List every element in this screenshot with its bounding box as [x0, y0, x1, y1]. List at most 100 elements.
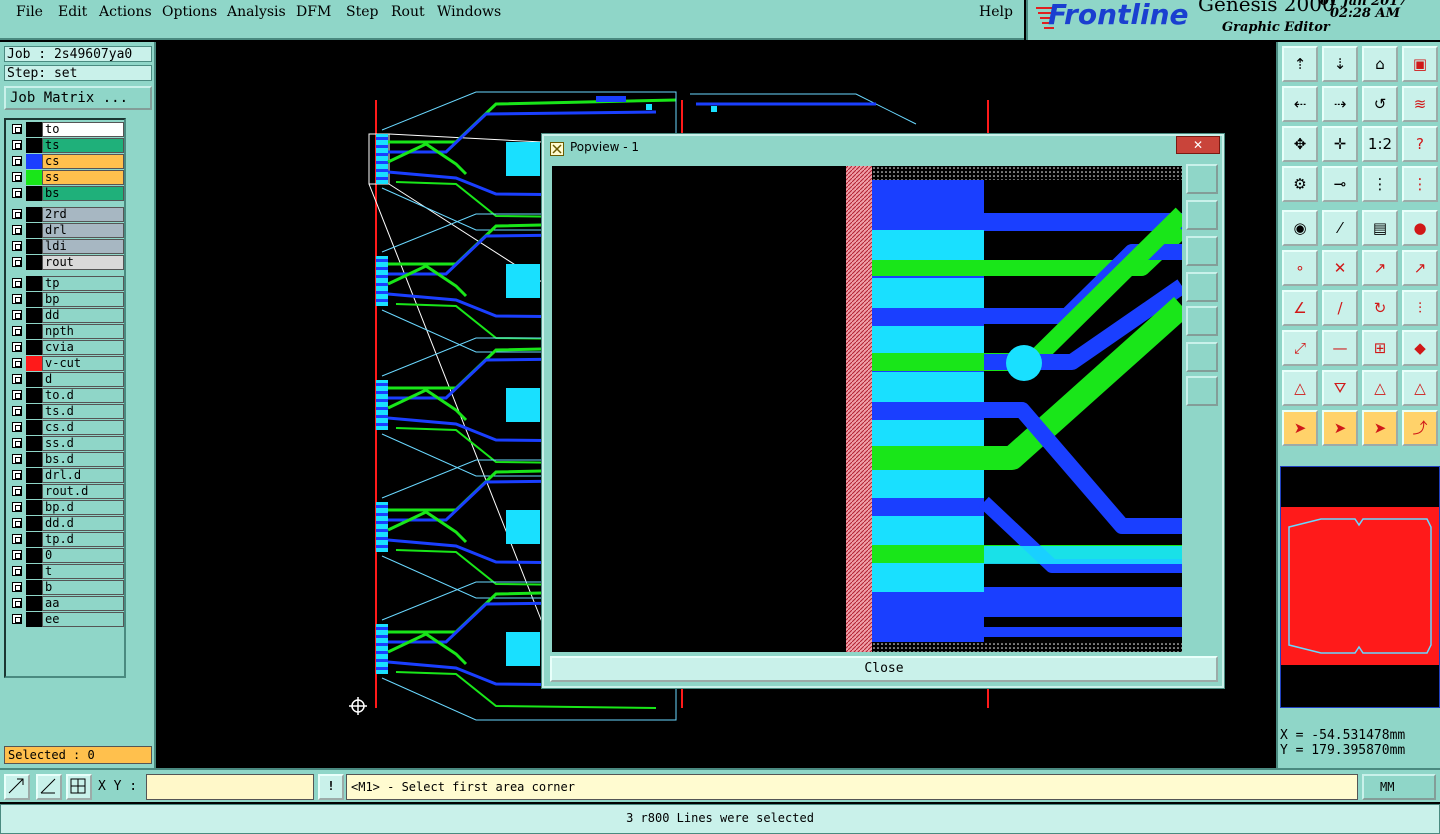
- tool-button-dimension[interactable]: ⊞: [1362, 330, 1398, 366]
- layer-color-swatch[interactable]: [26, 452, 42, 467]
- layer-name[interactable]: tp: [42, 276, 124, 291]
- layer-checkbox[interactable]: [12, 257, 22, 267]
- layer-name[interactable]: dd: [42, 308, 124, 323]
- layer-row-ts.d[interactable]: ts.d: [8, 404, 124, 419]
- prompt-icon-button[interactable]: !: [318, 774, 344, 800]
- layer-checkbox[interactable]: [12, 470, 22, 480]
- tool-button-triangle-a[interactable]: △: [1362, 370, 1398, 406]
- tool-button-scale[interactable]: 1:2: [1362, 126, 1398, 162]
- layer-name[interactable]: rout: [42, 255, 124, 270]
- layer-color-swatch[interactable]: [26, 404, 42, 419]
- layer-color-swatch[interactable]: [26, 580, 42, 595]
- layer-name[interactable]: drl: [42, 223, 124, 238]
- tool-button-cross[interactable]: ✕: [1322, 250, 1358, 286]
- layer-checkbox[interactable]: [12, 422, 22, 432]
- layer-row-bs.d[interactable]: bs.d: [8, 452, 124, 467]
- layer-name[interactable]: bs.d: [42, 452, 124, 467]
- tool-button-zoom-in[interactable]: ⇡: [1282, 46, 1318, 82]
- layer-row-d[interactable]: d: [8, 372, 124, 387]
- layer-color-swatch[interactable]: [26, 170, 42, 185]
- layer-checkbox[interactable]: [12, 241, 22, 251]
- menu-options[interactable]: Options: [162, 4, 217, 20]
- layer-row-ee[interactable]: ee: [8, 612, 124, 627]
- menu-analysis[interactable]: Analysis: [227, 4, 286, 20]
- tool-button-split[interactable]: ⫶: [1402, 290, 1438, 326]
- layer-color-swatch[interactable]: [26, 239, 42, 254]
- layer-name[interactable]: 2rd: [42, 207, 124, 222]
- popup-tool-button[interactable]: [1186, 164, 1218, 194]
- layer-color-swatch[interactable]: [26, 122, 42, 137]
- tool-button-pan-right[interactable]: ⇢: [1322, 86, 1358, 122]
- tool-button-vector-alt[interactable]: ↗: [1402, 250, 1438, 286]
- layer-checkbox[interactable]: [12, 454, 22, 464]
- layer-name[interactable]: cs.d: [42, 420, 124, 435]
- tool-button-node[interactable]: ∘: [1282, 250, 1318, 286]
- layer-color-swatch[interactable]: [26, 138, 42, 153]
- tool-button-move[interactable]: ⤢: [1282, 330, 1318, 366]
- layer-name[interactable]: bp: [42, 292, 124, 307]
- layer-checkbox[interactable]: [12, 209, 22, 219]
- menu-rout[interactable]: Rout: [391, 4, 425, 20]
- tool-button-wave[interactable]: ≋: [1402, 86, 1438, 122]
- tool-button-fit[interactable]: ✥: [1282, 126, 1318, 162]
- layer-checkbox[interactable]: [12, 278, 22, 288]
- tool-button-center[interactable]: ✛: [1322, 126, 1358, 162]
- layer-checkbox[interactable]: [12, 518, 22, 528]
- tool-button-triangle[interactable]: △: [1282, 370, 1318, 406]
- layer-checkbox[interactable]: [12, 225, 22, 235]
- layer-checkbox[interactable]: [12, 566, 22, 576]
- layer-row-b[interactable]: b: [8, 580, 124, 595]
- tool-button-window[interactable]: ▣: [1402, 46, 1438, 82]
- layer-row-bp.d[interactable]: bp.d: [8, 500, 124, 515]
- layer-row-0[interactable]: 0: [8, 548, 124, 563]
- layer-checkbox[interactable]: [12, 438, 22, 448]
- layer-color-swatch[interactable]: [26, 372, 42, 387]
- layer-color-swatch[interactable]: [26, 223, 42, 238]
- popup-tool-button[interactable]: [1186, 306, 1218, 336]
- units-select[interactable]: MM: [1362, 774, 1436, 800]
- layer-color-swatch[interactable]: [26, 292, 42, 307]
- layer-color-swatch[interactable]: [26, 340, 42, 355]
- popup-close-button[interactable]: Close: [550, 656, 1218, 682]
- layer-color-swatch[interactable]: [26, 276, 42, 291]
- layer-color-swatch[interactable]: [26, 564, 42, 579]
- tool-button-home[interactable]: ⌂: [1362, 46, 1398, 82]
- popup-zoom-view[interactable]: [552, 166, 1182, 652]
- tool-button-rotate[interactable]: ↻: [1362, 290, 1398, 326]
- layer-name[interactable]: ss.d: [42, 436, 124, 451]
- tool-button-layers-alt[interactable]: ⋮: [1402, 166, 1438, 202]
- layer-row-aa[interactable]: aa: [8, 596, 124, 611]
- layer-name[interactable]: 0: [42, 548, 124, 563]
- layer-checkbox[interactable]: [12, 614, 22, 624]
- layer-color-swatch[interactable]: [26, 596, 42, 611]
- tool-button-pad[interactable]: ●: [1402, 210, 1438, 246]
- layer-checkbox[interactable]: [12, 598, 22, 608]
- tool-button-probe[interactable]: ⊸: [1322, 166, 1358, 202]
- layer-checkbox[interactable]: [12, 358, 22, 368]
- tool-button-pointer[interactable]: ➤: [1282, 410, 1318, 446]
- tool-button-angle[interactable]: ∠: [1282, 290, 1318, 326]
- layer-row-bp[interactable]: bp: [8, 292, 124, 307]
- tool-button-triangle-b[interactable]: △: [1402, 370, 1438, 406]
- layer-row-rout.d[interactable]: rout.d: [8, 484, 124, 499]
- layer-row-bs[interactable]: bs: [8, 186, 124, 201]
- popup-tool-button[interactable]: [1186, 200, 1218, 230]
- tool-button-triangle-up[interactable]: ⛛: [1322, 370, 1358, 406]
- layer-name[interactable]: ts: [42, 138, 124, 153]
- tool-button-vector[interactable]: ↗: [1362, 250, 1398, 286]
- menu-file[interactable]: File: [16, 4, 43, 20]
- tool-button-layers[interactable]: ⋮: [1362, 166, 1398, 202]
- snap-button[interactable]: [4, 774, 30, 800]
- layer-name[interactable]: ee: [42, 612, 124, 627]
- tool-button-settings[interactable]: ⚙: [1282, 166, 1318, 202]
- popup-tool-button[interactable]: [1186, 342, 1218, 372]
- layer-checkbox[interactable]: [12, 188, 22, 198]
- menu-help[interactable]: Help: [979, 4, 1013, 20]
- layer-row-tp.d[interactable]: tp.d: [8, 532, 124, 547]
- layer-color-swatch[interactable]: [26, 500, 42, 515]
- layer-name[interactable]: bp.d: [42, 500, 124, 515]
- layer-name[interactable]: cs: [42, 154, 124, 169]
- layer-color-swatch[interactable]: [26, 186, 42, 201]
- tool-button-redo[interactable]: ↺: [1362, 86, 1398, 122]
- layer-color-swatch[interactable]: [26, 612, 42, 627]
